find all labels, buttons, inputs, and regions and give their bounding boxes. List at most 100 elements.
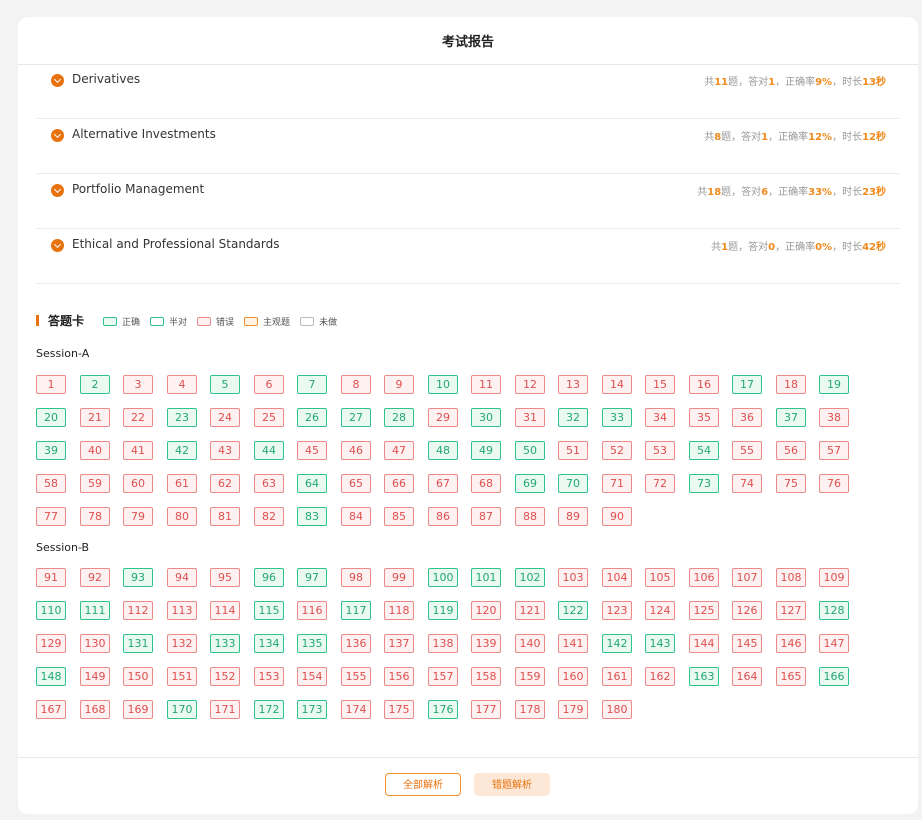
- question-146-button[interactable]: 146: [776, 634, 806, 653]
- question-151-button[interactable]: 151: [167, 667, 197, 686]
- question-7-button[interactable]: 7: [297, 375, 327, 394]
- question-109-button[interactable]: 109: [819, 568, 849, 587]
- question-80-button[interactable]: 80: [167, 507, 197, 526]
- question-161-button[interactable]: 161: [602, 667, 632, 686]
- question-41-button[interactable]: 41: [123, 441, 153, 460]
- question-99-button[interactable]: 99: [384, 568, 414, 587]
- question-90-button[interactable]: 90: [602, 507, 632, 526]
- question-34-button[interactable]: 34: [645, 408, 675, 427]
- question-154-button[interactable]: 154: [297, 667, 327, 686]
- question-115-button[interactable]: 115: [254, 601, 284, 620]
- question-6-button[interactable]: 6: [254, 375, 284, 394]
- question-170-button[interactable]: 170: [167, 700, 197, 719]
- question-35-button[interactable]: 35: [689, 408, 719, 427]
- wrong-analysis-button[interactable]: 错题解析: [474, 773, 550, 796]
- question-111-button[interactable]: 111: [80, 601, 110, 620]
- question-93-button[interactable]: 93: [123, 568, 153, 587]
- question-79-button[interactable]: 79: [123, 507, 153, 526]
- question-13-button[interactable]: 13: [558, 375, 588, 394]
- question-102-button[interactable]: 102: [515, 568, 545, 587]
- question-42-button[interactable]: 42: [167, 441, 197, 460]
- question-72-button[interactable]: 72: [645, 474, 675, 493]
- question-24-button[interactable]: 24: [210, 408, 240, 427]
- question-144-button[interactable]: 144: [689, 634, 719, 653]
- question-130-button[interactable]: 130: [80, 634, 110, 653]
- question-59-button[interactable]: 59: [80, 474, 110, 493]
- question-83-button[interactable]: 83: [297, 507, 327, 526]
- question-68-button[interactable]: 68: [471, 474, 501, 493]
- question-81-button[interactable]: 81: [210, 507, 240, 526]
- question-180-button[interactable]: 180: [602, 700, 632, 719]
- question-91-button[interactable]: 91: [36, 568, 66, 587]
- question-37-button[interactable]: 37: [776, 408, 806, 427]
- question-129-button[interactable]: 129: [36, 634, 66, 653]
- question-14-button[interactable]: 14: [602, 375, 632, 394]
- question-94-button[interactable]: 94: [167, 568, 197, 587]
- question-23-button[interactable]: 23: [167, 408, 197, 427]
- question-21-button[interactable]: 21: [80, 408, 110, 427]
- question-177-button[interactable]: 177: [471, 700, 501, 719]
- question-56-button[interactable]: 56: [776, 441, 806, 460]
- question-18-button[interactable]: 18: [776, 375, 806, 394]
- question-175-button[interactable]: 175: [384, 700, 414, 719]
- question-63-button[interactable]: 63: [254, 474, 284, 493]
- question-139-button[interactable]: 139: [471, 634, 501, 653]
- question-19-button[interactable]: 19: [819, 375, 849, 394]
- question-39-button[interactable]: 39: [36, 441, 66, 460]
- question-142-button[interactable]: 142: [602, 634, 632, 653]
- question-50-button[interactable]: 50: [515, 441, 545, 460]
- question-147-button[interactable]: 147: [819, 634, 849, 653]
- question-51-button[interactable]: 51: [558, 441, 588, 460]
- question-54-button[interactable]: 54: [689, 441, 719, 460]
- question-145-button[interactable]: 145: [732, 634, 762, 653]
- question-165-button[interactable]: 165: [776, 667, 806, 686]
- question-98-button[interactable]: 98: [341, 568, 371, 587]
- question-25-button[interactable]: 25: [254, 408, 284, 427]
- question-84-button[interactable]: 84: [341, 507, 371, 526]
- question-179-button[interactable]: 179: [558, 700, 588, 719]
- question-28-button[interactable]: 28: [384, 408, 414, 427]
- question-32-button[interactable]: 32: [558, 408, 588, 427]
- question-96-button[interactable]: 96: [254, 568, 284, 587]
- question-31-button[interactable]: 31: [515, 408, 545, 427]
- question-128-button[interactable]: 128: [819, 601, 849, 620]
- question-97-button[interactable]: 97: [297, 568, 327, 587]
- question-66-button[interactable]: 66: [384, 474, 414, 493]
- question-138-button[interactable]: 138: [428, 634, 458, 653]
- question-174-button[interactable]: 174: [341, 700, 371, 719]
- topic-row[interactable]: Portfolio Management 共18题，答对6，正确率33%，时长23…: [36, 174, 900, 229]
- question-53-button[interactable]: 53: [645, 441, 675, 460]
- question-113-button[interactable]: 113: [167, 601, 197, 620]
- question-8-button[interactable]: 8: [341, 375, 371, 394]
- question-136-button[interactable]: 136: [341, 634, 371, 653]
- question-1-button[interactable]: 1: [36, 375, 66, 394]
- question-85-button[interactable]: 85: [384, 507, 414, 526]
- question-103-button[interactable]: 103: [558, 568, 588, 587]
- question-157-button[interactable]: 157: [428, 667, 458, 686]
- question-133-button[interactable]: 133: [210, 634, 240, 653]
- question-33-button[interactable]: 33: [602, 408, 632, 427]
- topic-row[interactable]: Derivatives 共11题，答对1，正确率9%，时长13秒: [36, 64, 900, 119]
- chevron-down-icon[interactable]: [51, 184, 64, 197]
- question-88-button[interactable]: 88: [515, 507, 545, 526]
- question-127-button[interactable]: 127: [776, 601, 806, 620]
- question-16-button[interactable]: 16: [689, 375, 719, 394]
- question-137-button[interactable]: 137: [384, 634, 414, 653]
- question-114-button[interactable]: 114: [210, 601, 240, 620]
- question-153-button[interactable]: 153: [254, 667, 284, 686]
- question-106-button[interactable]: 106: [689, 568, 719, 587]
- question-49-button[interactable]: 49: [471, 441, 501, 460]
- question-52-button[interactable]: 52: [602, 441, 632, 460]
- chevron-down-icon[interactable]: [51, 129, 64, 142]
- question-77-button[interactable]: 77: [36, 507, 66, 526]
- question-71-button[interactable]: 71: [602, 474, 632, 493]
- question-26-button[interactable]: 26: [297, 408, 327, 427]
- question-20-button[interactable]: 20: [36, 408, 66, 427]
- question-167-button[interactable]: 167: [36, 700, 66, 719]
- question-125-button[interactable]: 125: [689, 601, 719, 620]
- question-143-button[interactable]: 143: [645, 634, 675, 653]
- question-45-button[interactable]: 45: [297, 441, 327, 460]
- all-analysis-button[interactable]: 全部解析: [385, 773, 461, 796]
- question-140-button[interactable]: 140: [515, 634, 545, 653]
- question-169-button[interactable]: 169: [123, 700, 153, 719]
